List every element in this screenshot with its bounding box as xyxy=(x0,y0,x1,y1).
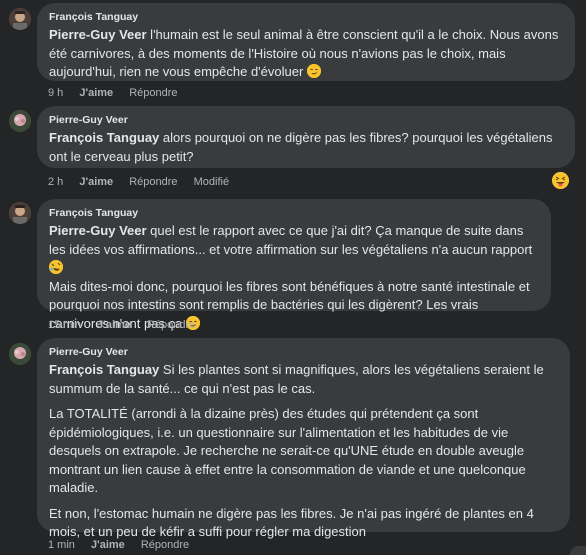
comment-time[interactable]: 1 min xyxy=(48,539,75,551)
comment-author[interactable]: Pierre-Guy Veer xyxy=(49,114,563,127)
comment-bubble: Pierre-Guy Veer François Tanguay Si les … xyxy=(37,338,570,539)
comment-bubble: Pierre-Guy Veer François Tanguay alors p… xyxy=(37,106,575,168)
rolling-laughing-emoji-icon xyxy=(49,260,63,274)
squinting-tongue-emoji-icon[interactable] xyxy=(552,172,569,189)
comment-time[interactable]: 2 h xyxy=(48,176,63,188)
comment-actions: 1 min J'aime Répondre xyxy=(48,538,202,552)
avatar-pierre-guy[interactable] xyxy=(9,110,31,132)
avatar-francois[interactable] xyxy=(9,8,31,30)
comment-actions: 9 h J'aime Répondre xyxy=(48,86,191,100)
comment-text: François Tanguay Si les plantes sont si … xyxy=(49,361,558,542)
comment-time[interactable]: 15 min xyxy=(48,319,81,331)
reply-button[interactable]: Répondre xyxy=(147,319,195,331)
mention-link[interactable]: Pierre-Guy Veer xyxy=(49,27,147,42)
avatar-pierre-guy[interactable] xyxy=(9,343,31,365)
comment-paragraph: La TOTALITÉ (arrondi à la dizaine près) … xyxy=(49,406,526,495)
comment-text: François Tanguay alors pourquoi on ne di… xyxy=(49,129,563,166)
comment-text: Pierre-Guy Veer quel est le rapport avec… xyxy=(49,222,539,333)
edited-label: Modifié xyxy=(193,176,230,188)
mention-link[interactable]: François Tanguay xyxy=(49,130,159,145)
like-button[interactable]: J'aime xyxy=(79,87,113,99)
comment-author[interactable]: François Tanguay xyxy=(49,11,563,24)
mention-link[interactable]: Pierre-Guy Veer xyxy=(49,223,147,238)
like-button[interactable]: J'aime xyxy=(91,539,125,551)
reply-button[interactable]: Répondre xyxy=(141,539,189,551)
comment-actions: 15 min J'aime Répondre xyxy=(48,318,208,332)
like-button[interactable]: J'aime xyxy=(79,176,113,188)
reply-button[interactable]: Répondre xyxy=(129,87,177,99)
comment-bubble: François Tanguay Pierre-Guy Veer l'humai… xyxy=(37,3,575,81)
comment-bubble: François Tanguay Pierre-Guy Veer quel es… xyxy=(37,199,551,331)
comment-text: Pierre-Guy Veer l'humain est le seul ani… xyxy=(49,26,563,82)
comment-author[interactable]: Pierre-Guy Veer xyxy=(49,346,558,359)
smirking-face-emoji-icon xyxy=(306,64,321,78)
comment-actions: 2 h J'aime Répondre Modifié xyxy=(48,175,242,189)
composer-edge xyxy=(570,546,586,555)
comment-time[interactable]: 9 h xyxy=(48,87,63,99)
avatar-francois[interactable] xyxy=(9,202,31,224)
comment-author[interactable]: François Tanguay xyxy=(49,207,539,220)
like-button[interactable]: J'aime xyxy=(97,319,131,331)
mention-link[interactable]: François Tanguay xyxy=(49,362,159,377)
reply-button[interactable]: Répondre xyxy=(129,176,177,188)
comment-paragraph: Et non, l'estomac humain ne digère pas l… xyxy=(49,505,534,540)
